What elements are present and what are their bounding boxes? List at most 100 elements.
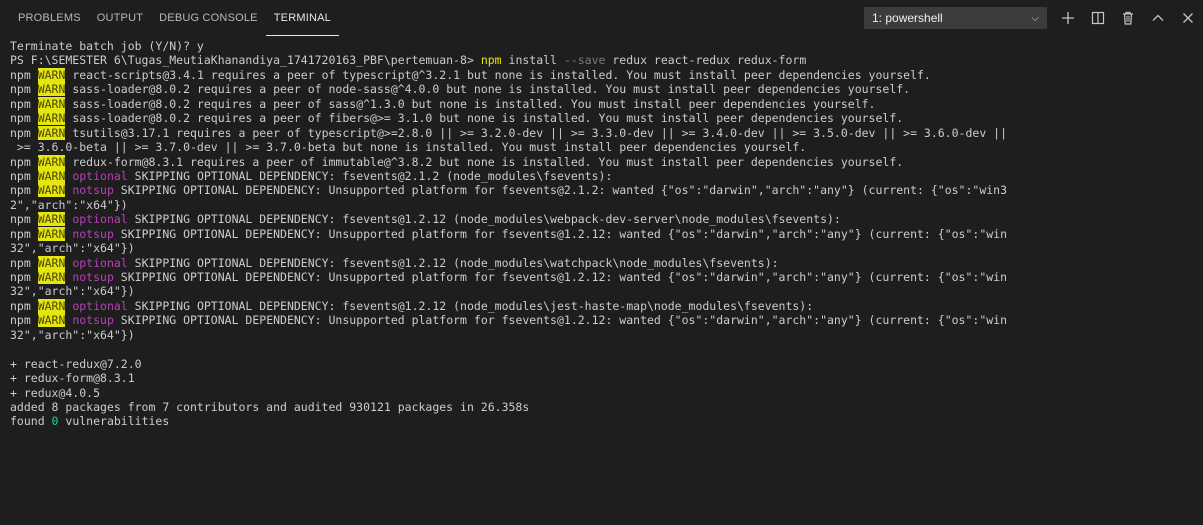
npm-label: npm <box>10 313 38 328</box>
warn-badge: WARN <box>37 255 66 270</box>
terminal-line: PS F:\SEMESTER 6\Tugas_MeutiaKhanandiya_… <box>10 53 1203 67</box>
terminal-line-text: >= 3.6.0-beta || >= 3.7.0-dev || >= 3.7.… <box>10 140 807 155</box>
terminal-select[interactable]: 1: powershell ⌵ <box>864 7 1047 29</box>
npm-label: npm <box>10 111 38 126</box>
npm-label: npm <box>10 212 38 227</box>
close-panel-button[interactable] <box>1175 5 1201 31</box>
terminal-line: Terminate batch job (Y/N)? y <box>10 39 1203 53</box>
chevron-up-icon <box>1152 14 1164 21</box>
terminal-line: npm WARN optional SKIPPING OPTIONAL DEPE… <box>10 168 1203 183</box>
warn-tag: optional <box>65 298 128 313</box>
command-name: npm <box>480 53 502 68</box>
warn-badge: WARN <box>37 96 66 111</box>
terminal-line: npm WARN sass-loader@8.0.2 requires a pe… <box>10 82 1203 97</box>
npm-label: npm <box>10 183 38 198</box>
warn-message: tsutils@3.17.1 requires a peer of typesc… <box>65 125 1008 140</box>
terminal-line: npm WARN tsutils@3.17.1 requires a peer … <box>10 125 1203 140</box>
close-icon <box>1183 13 1193 23</box>
terminal-line: 2","arch":"x64"}) <box>10 198 1203 212</box>
warn-badge: WARN <box>37 111 66 126</box>
terminal-line: npm WARN notsup SKIPPING OPTIONAL DEPEND… <box>10 226 1203 241</box>
warn-badge: WARN <box>37 226 66 241</box>
warn-badge: WARN <box>37 67 66 82</box>
warn-tag: notsup <box>65 313 114 328</box>
terminal-select-value: 1: powershell <box>872 11 943 25</box>
terminal-line-text: + redux@4.0.5 <box>10 385 101 400</box>
npm-label: npm <box>10 226 38 241</box>
terminal-line: npm WARN react-scripts@3.4.1 requires a … <box>10 67 1203 82</box>
prompt-path: PS F:\SEMESTER 6\Tugas_MeutiaKhanandiya_… <box>10 53 481 68</box>
terminal-line: + react-redux@7.2.0 <box>10 357 1203 371</box>
warn-message: SKIPPING OPTIONAL DEPENDENCY: Unsupporte… <box>113 183 1008 198</box>
npm-label: npm <box>10 270 38 284</box>
terminal-line-text: 32","arch":"x64"}) <box>10 327 135 342</box>
warn-badge: WARN <box>37 168 66 183</box>
npm-label: npm <box>10 125 38 140</box>
npm-label: npm <box>10 67 38 82</box>
found-label: found <box>10 414 52 429</box>
npm-label: npm <box>10 154 38 169</box>
warn-tag: notsup <box>65 270 114 284</box>
split-terminal-button[interactable] <box>1085 5 1111 31</box>
warn-message: SKIPPING OPTIONAL DEPENDENCY: Unsupporte… <box>113 270 1008 284</box>
found-label: vulnerabilities <box>58 414 170 429</box>
plus-icon <box>1062 12 1074 24</box>
panel-tabs: PROBLEMS OUTPUT DEBUG CONSOLE TERMINAL <box>10 0 339 36</box>
terminal-line: 32","arch":"x64"}) <box>10 284 1203 298</box>
warn-badge: WARN <box>37 183 66 198</box>
split-icon <box>1091 11 1105 25</box>
terminal-line: npm WARN sass-loader@8.0.2 requires a pe… <box>10 96 1203 111</box>
warn-tag: optional <box>65 255 128 270</box>
warn-badge: WARN <box>37 82 66 97</box>
terminal-line-text: 32","arch":"x64"}) <box>10 284 135 299</box>
warn-badge: WARN <box>37 270 66 284</box>
warn-message: sass-loader@8.0.2 requires a peer of sas… <box>65 96 876 111</box>
command-arg: install <box>501 53 564 68</box>
terminal-line: >= 3.6.0-beta || >= 3.7.0-dev || >= 3.7.… <box>10 140 1203 154</box>
trash-icon <box>1123 11 1133 25</box>
warn-badge: WARN <box>37 212 66 227</box>
terminal-output[interactable]: Terminate batch job (Y/N)? y PS F:\SEMEST… <box>0 36 1203 429</box>
npm-label: npm <box>10 255 38 270</box>
maximize-panel-button[interactable] <box>1145 5 1171 31</box>
warn-message: SKIPPING OPTIONAL DEPENDENCY: Unsupporte… <box>113 226 1008 241</box>
npm-label: npm <box>10 168 38 183</box>
terminal-line: 32","arch":"x64"}) <box>10 328 1203 342</box>
terminal-line: npm WARN optional SKIPPING OPTIONAL DEPE… <box>10 255 1203 270</box>
command-flag: --save <box>563 53 606 68</box>
terminal-line-text: 32","arch":"x64"}) <box>10 241 135 256</box>
warn-tag: optional <box>65 212 128 227</box>
kill-terminal-button[interactable] <box>1115 5 1141 31</box>
command-arg: redux react-redux redux-form <box>605 53 807 68</box>
warn-message: SKIPPING OPTIONAL DEPENDENCY: fsevents@1… <box>127 298 814 313</box>
tab-terminal[interactable]: TERMINAL <box>265 0 339 36</box>
warn-badge: WARN <box>37 154 66 169</box>
terminal-line-text: 2","arch":"x64"}) <box>10 197 128 212</box>
warn-badge: WARN <box>37 125 66 140</box>
terminal-line-text: Terminate batch job (Y/N)? y <box>10 39 204 53</box>
new-terminal-button[interactable] <box>1055 5 1081 31</box>
warn-message: SKIPPING OPTIONAL DEPENDENCY: fsevents@1… <box>127 255 779 270</box>
npm-label: npm <box>10 96 38 111</box>
terminal-line: npm WARN notsup SKIPPING OPTIONAL DEPEND… <box>10 270 1203 284</box>
tab-debug-console[interactable]: DEBUG CONSOLE <box>151 0 266 36</box>
terminal-line: npm WARN optional SKIPPING OPTIONAL DEPE… <box>10 298 1203 313</box>
warn-message: SKIPPING OPTIONAL DEPENDENCY: fsevents@1… <box>127 212 841 227</box>
warn-tag: notsup <box>65 183 114 198</box>
terminal-line: npm WARN notsup SKIPPING OPTIONAL DEPEND… <box>10 183 1203 198</box>
terminal-line: + redux-form@8.3.1 <box>10 371 1203 385</box>
warn-badge: WARN <box>37 298 66 313</box>
terminal-line: + redux@4.0.5 <box>10 386 1203 400</box>
terminal-line: npm WARN notsup SKIPPING OPTIONAL DEPEND… <box>10 313 1203 328</box>
tab-output[interactable]: OUTPUT <box>89 0 151 36</box>
terminal-line: npm WARN optional SKIPPING OPTIONAL DEPE… <box>10 212 1203 227</box>
terminal-line-text: added 8 packages from 7 contributors and… <box>10 399 530 414</box>
warn-message: SKIPPING OPTIONAL DEPENDENCY: Unsupporte… <box>113 313 1008 328</box>
tab-problems[interactable]: PROBLEMS <box>10 0 89 36</box>
chevron-down-icon: ⌵ <box>1031 12 1039 24</box>
terminal-line: npm WARN redux-form@8.3.1 requires a pee… <box>10 154 1203 169</box>
terminal-line-text: + react-redux@7.2.0 <box>10 356 142 371</box>
terminal-line: added 8 packages from 7 contributors and… <box>10 400 1203 414</box>
terminal-line: 32","arch":"x64"}) <box>10 241 1203 255</box>
